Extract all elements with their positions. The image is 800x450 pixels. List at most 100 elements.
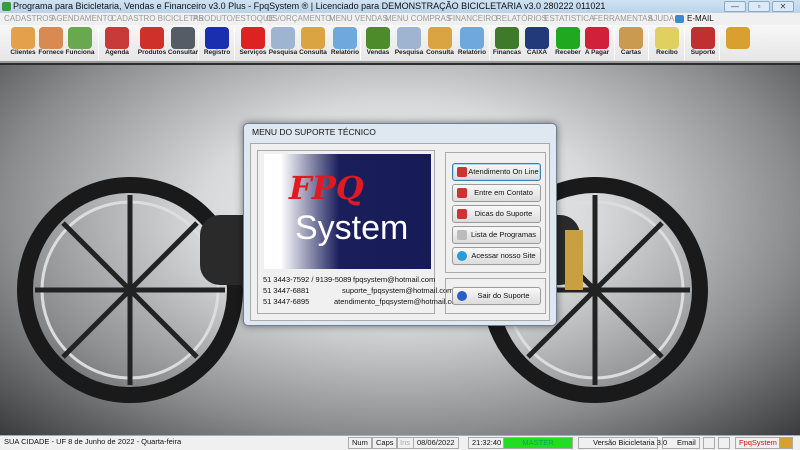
sair-icon bbox=[726, 27, 750, 49]
toolbar-separator bbox=[234, 28, 235, 60]
status-city-date: SUA CIDADE - UF 8 de Junho de 2022 - Qua… bbox=[4, 437, 182, 446]
receber-icon bbox=[556, 27, 580, 49]
menu-relatorios[interactable]: RELATÓRIOS bbox=[496, 13, 547, 25]
toolbar-caixa-button[interactable]: CAIXA bbox=[521, 26, 553, 62]
toolbar-separator bbox=[614, 28, 615, 60]
toolbar-registro-button[interactable]: Registro bbox=[201, 26, 233, 62]
toolbar-separator bbox=[98, 28, 99, 60]
menu-email[interactable]: E-MAIL bbox=[687, 13, 714, 25]
window-title: Programa para Bicicletaria, Vendas e Fin… bbox=[13, 1, 606, 11]
minimize-button[interactable]: — bbox=[724, 1, 746, 12]
toolbar-a-pagar-button[interactable]: A Pagar bbox=[581, 26, 613, 62]
cartas-icon bbox=[619, 27, 643, 49]
status-bar: SUA CIDADE - UF 8 de Junho de 2022 - Qua… bbox=[0, 435, 800, 450]
fpqsystem-logo: FPQ System bbox=[264, 154, 431, 269]
support-agent-icon bbox=[457, 167, 467, 177]
toolbar-vendas-button[interactable]: Vendas bbox=[362, 26, 394, 62]
atendimento-online-button[interactable]: Atendimento On Line bbox=[452, 163, 541, 181]
status-version: Versão Bicicletaria 3.0 bbox=[578, 437, 667, 449]
program-list-icon bbox=[457, 230, 467, 240]
close-button[interactable]: ✕ bbox=[772, 1, 794, 12]
calculator-icon[interactable] bbox=[718, 437, 730, 449]
toolbar-cartas-button[interactable]: Cartas bbox=[615, 26, 647, 62]
menu-vendas[interactable]: MENU VENDAS bbox=[329, 13, 388, 25]
logo-fpq: FPQ bbox=[289, 169, 364, 207]
toolbar-produtos-button[interactable]: Produtos bbox=[136, 26, 168, 62]
button-label: Dicas do Suporte bbox=[474, 209, 533, 218]
consulta-icon bbox=[301, 27, 325, 49]
menu-financeiro[interactable]: FINANCEIRO bbox=[448, 13, 497, 25]
dicas-do-suporte-button[interactable]: Dicas do Suporte bbox=[452, 205, 541, 223]
contact-phone: 51 3447-6881 bbox=[263, 286, 310, 295]
toolbar-receber-button[interactable]: Receber bbox=[552, 26, 584, 62]
consultar-icon bbox=[171, 27, 195, 49]
exit-icon[interactable] bbox=[779, 437, 793, 449]
toolbar-consulta-vendas-button[interactable]: Consulta bbox=[424, 26, 456, 62]
support-menu-dialog: MENU DO SUPORTE TÉCNICO FPQ System 51 344… bbox=[243, 123, 557, 326]
button-label: Entre em Contato bbox=[474, 188, 533, 197]
toolbar-separator bbox=[360, 28, 361, 60]
menu-compras[interactable]: MENU COMPRAS bbox=[385, 13, 451, 25]
menu-estatistica[interactable]: ESTATISTICA bbox=[544, 13, 594, 25]
status-num: Num bbox=[348, 437, 372, 449]
toolbar-fornece-button[interactable]: Fornece bbox=[35, 26, 67, 62]
funciona-icon bbox=[68, 27, 92, 49]
servicos-icon bbox=[241, 27, 265, 49]
toolbar-recibo-button[interactable]: Recibo bbox=[651, 26, 683, 62]
toolbar-servicos-button[interactable]: Serviços bbox=[237, 26, 269, 62]
toolbar-separator bbox=[198, 28, 199, 60]
email-icon bbox=[675, 15, 684, 23]
status-brand: FpqSystem bbox=[735, 437, 781, 449]
toolbar: Clientes Fornece Funciona Agenda Produtos Con… bbox=[0, 25, 800, 63]
contact-phone: 51 3443-7592 / 9139-5089 bbox=[263, 275, 352, 284]
maximize-button[interactable]: ▫ bbox=[748, 1, 770, 12]
toolbar-sair-button[interactable] bbox=[722, 26, 754, 62]
contact-email: fpqsystem@hotmail.com bbox=[353, 275, 436, 284]
recibo-icon bbox=[655, 27, 679, 49]
toolbar-pesquisa-button[interactable]: Pesquisa bbox=[267, 26, 299, 62]
toolbar-relatorio-button[interactable]: Relatório bbox=[329, 26, 361, 62]
dialog-title: MENU DO SUPORTE TÉCNICO bbox=[252, 127, 376, 137]
toolbar-suporte-button[interactable]: Suporte bbox=[687, 26, 719, 62]
agenda-icon bbox=[105, 27, 129, 49]
produtos-icon bbox=[140, 27, 164, 49]
status-time: 21:32:40 bbox=[468, 437, 506, 449]
logo-system: System bbox=[295, 209, 409, 247]
a-pagar-icon bbox=[585, 27, 609, 49]
arrow-right-icon bbox=[457, 291, 467, 301]
registro-icon bbox=[205, 27, 229, 49]
toolbar-relatorio-vendas-button[interactable]: Relatório bbox=[456, 26, 488, 62]
title-bar: Programa para Bicicletaria, Vendas e Fin… bbox=[0, 0, 800, 13]
toolbar-funciona-button[interactable]: Funciona bbox=[64, 26, 96, 62]
toolbar-agenda-button[interactable]: Agenda bbox=[101, 26, 133, 62]
arrow-up-icon bbox=[457, 251, 467, 261]
support-options-panel: Atendimento On Line Entre em Contato Dic… bbox=[445, 152, 546, 273]
entre-em-contato-button[interactable]: Entre em Contato bbox=[452, 184, 541, 202]
lista-de-programas-button[interactable]: Lista de Programas bbox=[452, 226, 541, 244]
menu-agendamento[interactable]: AGENDAMENTO bbox=[51, 13, 114, 25]
menu-cadastros[interactable]: CADASTROS bbox=[4, 13, 54, 25]
acessar-site-button[interactable]: Acessar nosso Site bbox=[452, 247, 541, 265]
print-icon[interactable] bbox=[703, 437, 715, 449]
fornece-icon bbox=[39, 27, 63, 49]
toolbar-financas-button[interactable]: Financas bbox=[491, 26, 523, 62]
menu-ajuda[interactable]: AJUDA bbox=[648, 13, 674, 25]
clientes-icon bbox=[11, 27, 35, 49]
menu-produto-estoque[interactable]: PRODUTO/ESTOQUE bbox=[193, 13, 274, 25]
menu-os-orcamento[interactable]: OS/ORÇAMENTO bbox=[266, 13, 332, 25]
toolbar-consultar-button[interactable]: Consultar bbox=[167, 26, 199, 62]
toolbar-pesquisa-vendas-button[interactable]: Pesquisa bbox=[393, 26, 425, 62]
suporte-icon bbox=[691, 27, 715, 49]
button-label: Lista de Programas bbox=[470, 230, 537, 239]
consulta-vendas-icon bbox=[428, 27, 452, 49]
menu-cadastro-bicicletas[interactable]: CADASTRO BICICLETAS bbox=[111, 13, 204, 25]
button-label: Sair do Suporte bbox=[477, 291, 530, 300]
toolbar-separator bbox=[719, 28, 720, 60]
menu-ferramentas[interactable]: FERRAMENTAS bbox=[593, 13, 653, 25]
sair-do-suporte-button[interactable]: Sair do Suporte bbox=[452, 287, 541, 305]
contact-email: suporte_fpqsystem@hotmail.com bbox=[342, 286, 454, 295]
email-button[interactable]: Email bbox=[662, 437, 700, 449]
toolbar-separator bbox=[489, 28, 490, 60]
button-label: Acessar nosso Site bbox=[471, 251, 536, 260]
toolbar-consulta-button[interactable]: Consulta bbox=[297, 26, 329, 62]
